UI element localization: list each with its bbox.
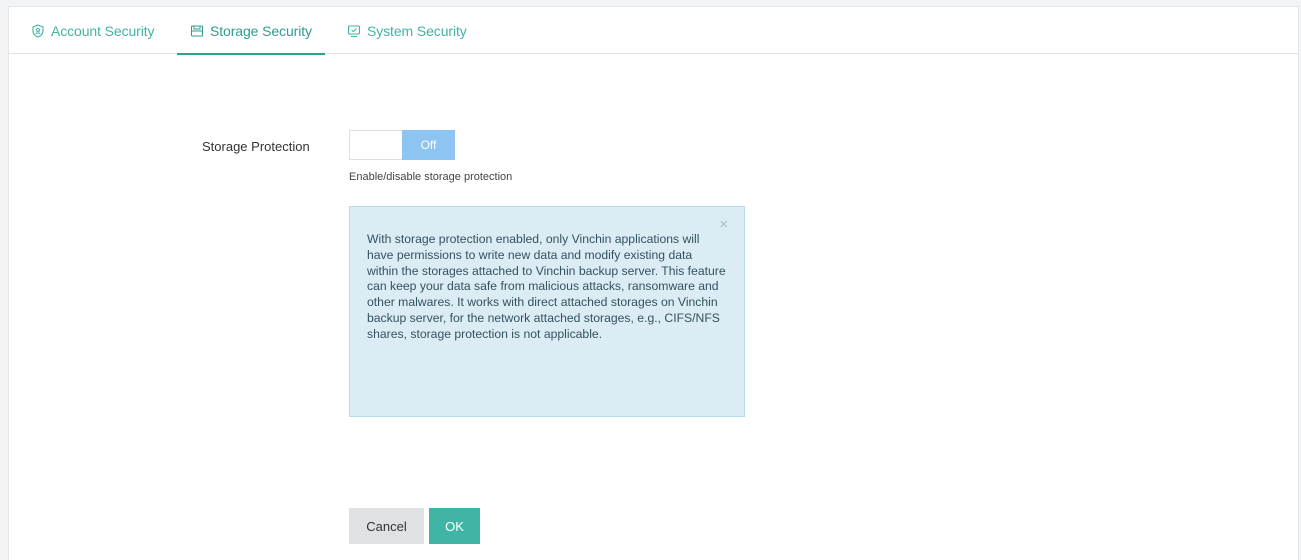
tab-storage-security-label: Storage Security	[210, 22, 312, 39]
toggle-hint: Enable/disable storage protection	[349, 171, 513, 183]
monitor-icon	[347, 24, 361, 38]
tab-system-security-label: System Security	[367, 22, 467, 39]
toggle-state: Off	[402, 130, 455, 160]
info-alert: × With storage protection enabled, only …	[349, 206, 745, 417]
storage-icon	[190, 24, 204, 38]
storage-protection-toggle[interactable]: Off	[349, 130, 455, 160]
security-panel: Account Security Storage Security System…	[8, 6, 1299, 560]
tab-account-security[interactable]: Account Security	[31, 7, 155, 54]
ok-button[interactable]: OK	[429, 508, 480, 544]
alert-text: With storage protection enabled, only Vi…	[367, 232, 726, 341]
shield-icon	[31, 23, 45, 38]
tab-bar: Account Security Storage Security System…	[9, 7, 1298, 55]
cancel-button[interactable]: Cancel	[349, 508, 424, 544]
tab-account-security-label: Account Security	[51, 22, 155, 39]
close-icon[interactable]: ×	[719, 217, 728, 232]
tab-system-security[interactable]: System Security	[347, 7, 467, 54]
tab-storage-security[interactable]: Storage Security	[177, 7, 325, 55]
storage-protection-label: Storage Protection	[202, 139, 310, 154]
